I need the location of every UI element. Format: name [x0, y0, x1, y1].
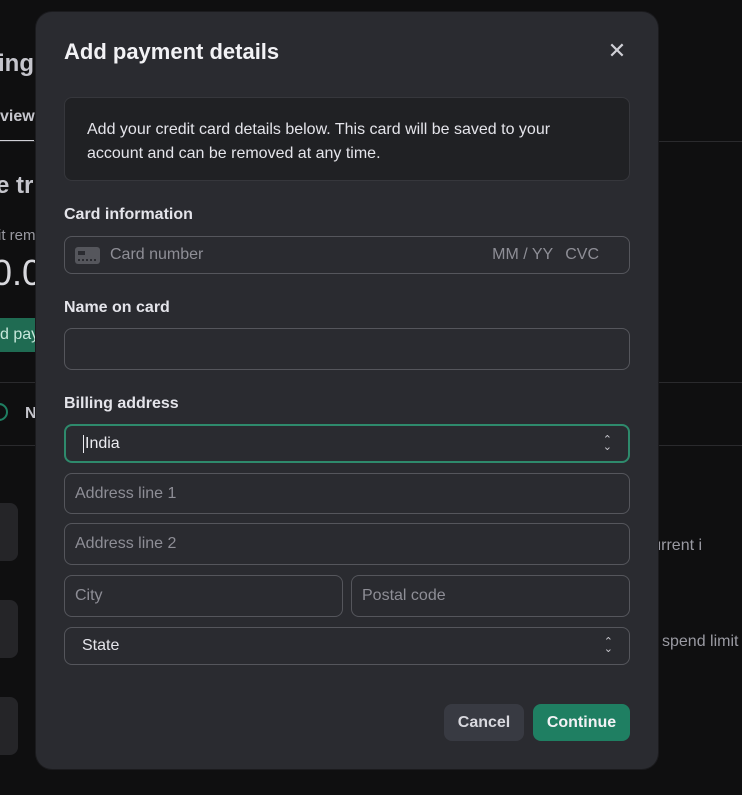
city-placeholder: City: [75, 587, 103, 604]
bg-add-payment-button[interactable]: d pay: [0, 318, 39, 352]
city-input[interactable]: City: [64, 575, 343, 617]
continue-button[interactable]: Continue: [533, 704, 630, 741]
x-icon: ✕: [607, 38, 627, 63]
bg-label: it rem: [0, 227, 36, 244]
cancel-button[interactable]: Cancel: [444, 704, 524, 741]
info-box: Add your credit card details below. This…: [64, 97, 630, 181]
bg-page-title: ing: [0, 50, 34, 77]
postal-code-placeholder: Postal code: [362, 587, 446, 604]
country-value: India: [85, 434, 120, 452]
bg-card-text: spend limit: [662, 633, 739, 650]
credit-card-icon: [75, 246, 100, 264]
card-input[interactable]: Card number MM / YY CVC: [64, 236, 630, 274]
name-on-card-input[interactable]: [64, 328, 630, 370]
card-info-label: Card information: [64, 206, 193, 223]
name-label: Name on card: [64, 299, 170, 316]
chevron-up-down-icon: ⌃ ⌄: [602, 433, 612, 453]
cvc-placeholder[interactable]: CVC: [565, 246, 599, 264]
billing-label: Billing address: [64, 395, 179, 412]
bg-heading: e tri: [0, 172, 41, 199]
dialog-title: Add payment details: [64, 39, 280, 64]
text-cursor: [83, 434, 84, 453]
close-button[interactable]: ✕: [606, 40, 628, 62]
state-select[interactable]: State ⌃ ⌄: [64, 627, 630, 665]
address-line-1-placeholder: Address line 1: [75, 484, 177, 502]
bg-tile-icon: [0, 503, 18, 561]
bg-tab-overview[interactable]: view: [0, 108, 35, 126]
bg-tile-icon: [0, 600, 18, 658]
add-payment-dialog: Add payment details ✕ Add your credit ca…: [36, 12, 658, 769]
country-select[interactable]: India ⌃ ⌄: [64, 424, 630, 463]
address-line-2-placeholder: Address line 2: [75, 535, 177, 552]
card-number-placeholder: Card number: [110, 246, 204, 263]
address-line-1-input[interactable]: Address line 1: [64, 473, 630, 514]
bg-tile-icon: [0, 697, 18, 755]
state-value: State: [82, 637, 120, 654]
expiry-placeholder[interactable]: MM / YY: [492, 246, 553, 264]
postal-code-input[interactable]: Postal code: [351, 575, 630, 617]
address-line-2-input[interactable]: Address line 2: [64, 523, 630, 565]
bg-text: N: [25, 405, 37, 422]
chevron-up-down-icon: ⌃ ⌄: [603, 636, 613, 655]
bg-circle-icon: [0, 403, 8, 421]
